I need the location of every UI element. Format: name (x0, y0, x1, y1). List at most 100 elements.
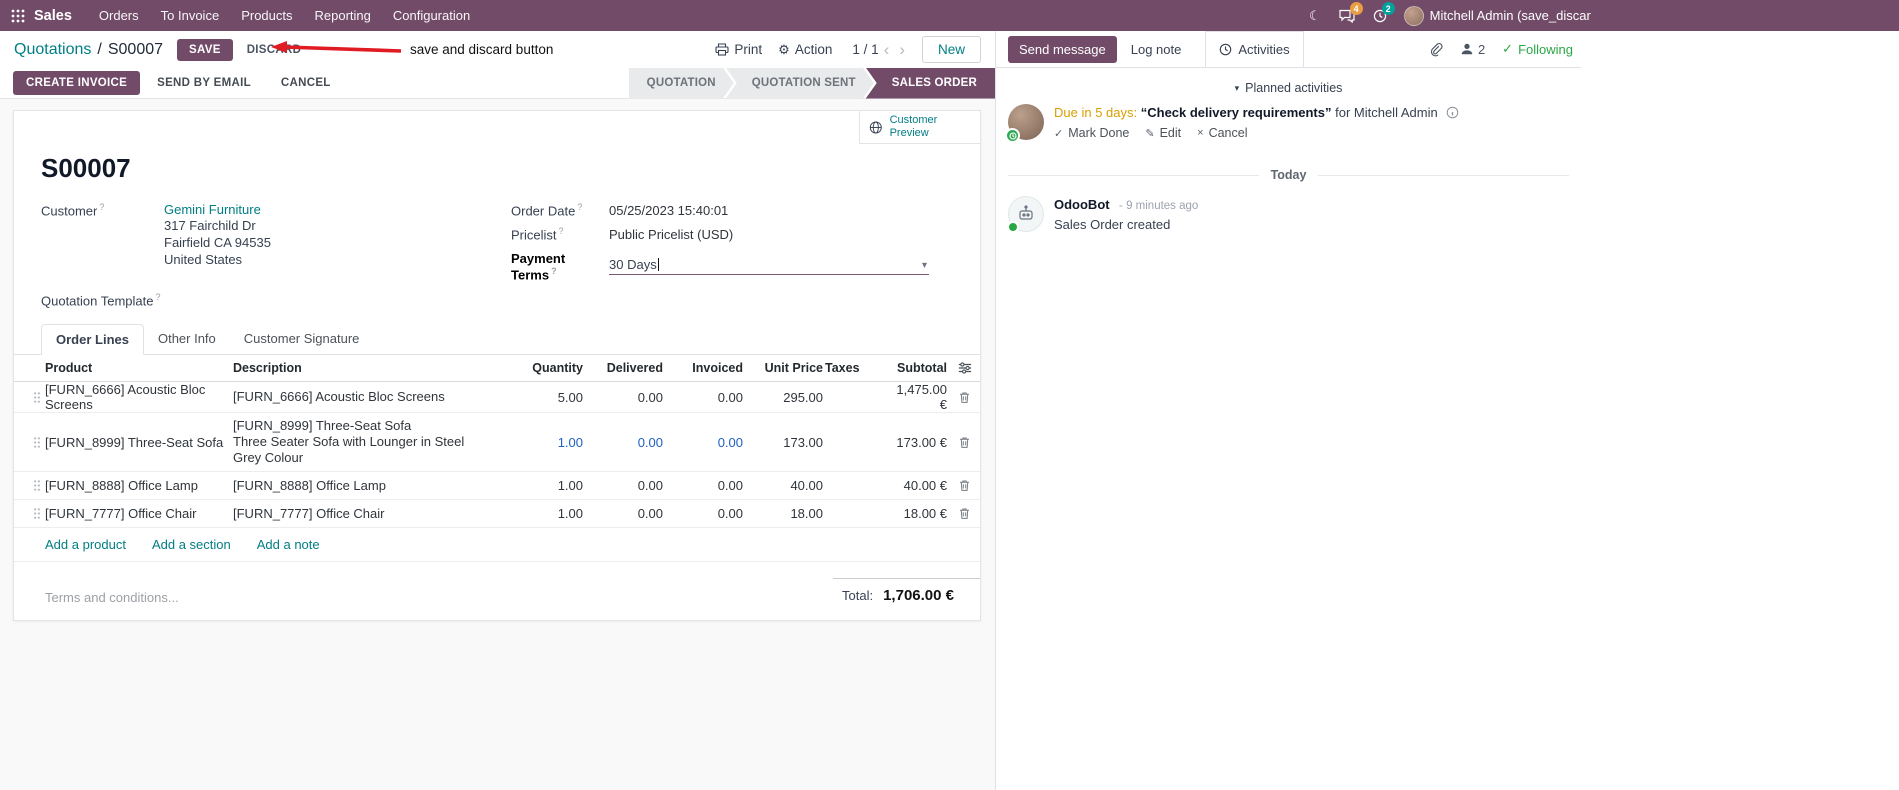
col-unit-price[interactable]: Unit Price (745, 361, 825, 375)
col-description[interactable]: Description (233, 361, 494, 375)
activity-item: Due in 5 days: “Check delivery requireme… (996, 102, 1581, 143)
table-row[interactable]: [FURN_8888] Office Lamp [FURN_8888] Offi… (14, 472, 980, 501)
cell-product[interactable]: [FURN_8999] Three-Seat Sofa (45, 435, 233, 450)
activity-due: Due in 5 days: (1054, 105, 1138, 120)
log-note-button[interactable]: Log note (1121, 36, 1192, 63)
cell-subtotal: 173.00 € (896, 434, 947, 450)
drag-handle-icon[interactable] (33, 391, 41, 404)
breadcrumb-quotations[interactable]: Quotations (14, 41, 91, 59)
add-product-link[interactable]: Add a product (45, 537, 126, 552)
action-button[interactable]: ⚙ Action (770, 38, 840, 62)
col-product[interactable]: Product (45, 361, 233, 375)
attachment-button[interactable] (1429, 42, 1443, 57)
mark-done-button[interactable]: ✓ Mark Done (1054, 126, 1129, 140)
menu-products[interactable]: Products (230, 0, 303, 31)
pencil-icon: ✎ (1145, 127, 1155, 140)
pricelist-field-label: Pricelist? (511, 226, 564, 243)
delete-row-icon[interactable] (958, 479, 971, 492)
table-row[interactable]: [FURN_6666] Acoustic Bloc Screens [FURN_… (14, 382, 980, 414)
activities-clock-icon[interactable]: 2 (1364, 0, 1396, 31)
col-quantity[interactable]: Quantity (494, 361, 585, 375)
customer-link[interactable]: Gemini Furniture (164, 202, 271, 217)
delete-row-icon[interactable] (958, 507, 971, 520)
status-sales-order[interactable]: SALES ORDER (865, 67, 995, 99)
tab-other-info[interactable]: Other Info (144, 324, 230, 354)
apps-grid-icon[interactable] (0, 9, 34, 23)
following-button[interactable]: ✓ Following (1502, 41, 1573, 57)
col-invoiced[interactable]: Invoiced (665, 361, 745, 375)
cancel-button[interactable]: CANCEL (268, 71, 344, 95)
table-row[interactable]: [FURN_8999] Three-Seat Sofa [FURN_8999] … (14, 413, 980, 473)
cell-delivered: 0.00 (637, 389, 663, 405)
check-icon: ✓ (1054, 127, 1064, 140)
user-menu[interactable]: Mitchell Admin (save_discar (1430, 8, 1591, 23)
new-button[interactable]: New (921, 36, 981, 63)
status-quotation-sent[interactable]: QUOTATION SENT (726, 68, 874, 99)
pricelist-value[interactable]: Public Pricelist (USD) (609, 227, 929, 242)
cancel-activity-button[interactable]: × Cancel (1197, 126, 1247, 140)
activity-avatar[interactable] (1005, 104, 1044, 143)
print-button[interactable]: Print (707, 38, 770, 61)
cell-quantity[interactable]: 1.00 (494, 506, 585, 521)
add-note-link[interactable]: Add a note (257, 537, 320, 552)
save-button[interactable]: SAVE (177, 38, 233, 61)
cell-unit-price[interactable]: 40.00 (745, 478, 825, 493)
optional-columns-icon[interactable] (958, 361, 972, 375)
cell-quantity[interactable]: 5.00 (494, 390, 585, 405)
customer-preview-button[interactable]: Customer Preview (859, 111, 980, 144)
order-date-field-label: Order Date? (511, 202, 583, 219)
app-name[interactable]: Sales (34, 8, 72, 24)
payment-terms-input[interactable]: 30 Days ▾ (609, 257, 929, 276)
info-icon[interactable] (1446, 106, 1459, 119)
tab-order-lines[interactable]: Order Lines (41, 324, 144, 356)
cell-unit-price[interactable]: 18.00 (745, 506, 825, 521)
send-by-email-button[interactable]: SEND BY EMAIL (144, 71, 264, 95)
cell-product[interactable]: [FURN_7777] Office Chair (45, 506, 233, 521)
col-subtotal[interactable]: Subtotal (894, 361, 949, 375)
add-section-link[interactable]: Add a section (152, 537, 231, 552)
menu-orders[interactable]: Orders (88, 0, 150, 31)
user-avatar[interactable] (1403, 5, 1424, 26)
col-delivered[interactable]: Delivered (585, 361, 665, 375)
cell-product[interactable]: [FURN_8888] Office Lamp (45, 478, 233, 493)
discard-button[interactable]: DISCARD (239, 39, 310, 61)
table-row[interactable]: [FURN_7777] Office Chair [FURN_7777] Off… (14, 500, 980, 529)
dropdown-caret-icon[interactable]: ▾ (922, 260, 927, 271)
main-column: Quotations / S00007 SAVE DISCARD save an… (0, 31, 995, 790)
order-date-value[interactable]: 05/25/2023 15:40:01 (609, 203, 929, 218)
activities-button[interactable]: Activities (1205, 31, 1304, 67)
terms-and-conditions-input[interactable]: Terms and conditions... (45, 578, 179, 605)
drag-handle-icon[interactable] (33, 507, 41, 520)
status-quotation[interactable]: QUOTATION (629, 68, 734, 99)
edit-activity-button[interactable]: ✎ Edit (1145, 126, 1181, 140)
delete-row-icon[interactable] (958, 436, 971, 449)
tab-customer-signature[interactable]: Customer Signature (230, 324, 374, 354)
pager-previous-button[interactable]: ‹ (879, 41, 895, 58)
menu-reporting[interactable]: Reporting (304, 0, 382, 31)
breadcrumb: Quotations / S00007 (14, 41, 163, 59)
planned-activities-header[interactable]: ▾ Planned activities (996, 81, 1581, 95)
cell-unit-price[interactable]: 173.00 (745, 435, 825, 450)
drag-handle-icon[interactable] (33, 479, 41, 492)
cell-delivered: 0.00 (637, 478, 663, 494)
message-author[interactable]: OdooBot (1054, 197, 1110, 212)
send-message-button[interactable]: Send message (1008, 35, 1117, 63)
pager-next-button[interactable]: › (894, 41, 910, 58)
cell-quantity[interactable]: 1.00 (494, 478, 585, 493)
cell-delivered: 0.00 (637, 434, 663, 450)
delete-row-icon[interactable] (958, 391, 971, 404)
followers-button[interactable]: 2 (1460, 42, 1485, 57)
odoobot-avatar[interactable] (1007, 196, 1044, 233)
drag-handle-icon[interactable] (33, 436, 41, 449)
odoo-window: Sales Orders To Invoice Products Reporti… (0, 0, 1899, 790)
menu-configuration[interactable]: Configuration (382, 0, 481, 31)
dark-mode-moon-icon[interactable]: ☾ (1300, 0, 1330, 31)
menu-to-invoice[interactable]: To Invoice (150, 0, 231, 31)
cell-quantity[interactable]: 1.00 (494, 435, 585, 450)
col-taxes[interactable]: Taxes (825, 361, 894, 375)
cell-product[interactable]: [FURN_6666] Acoustic Bloc Screens (45, 382, 233, 412)
messages-icon[interactable]: 4 (1330, 0, 1364, 31)
create-invoice-button[interactable]: CREATE INVOICE (13, 71, 141, 95)
cell-unit-price[interactable]: 295.00 (745, 390, 825, 405)
gear-icon: ⚙ (778, 41, 790, 57)
